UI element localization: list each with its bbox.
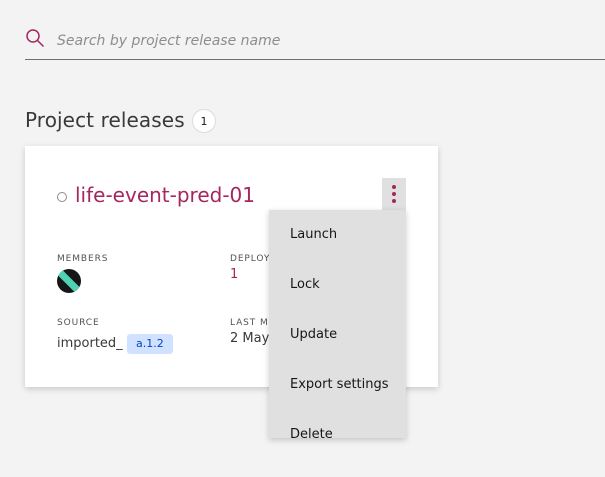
menu-item-delete[interactable]: Delete <box>269 410 406 438</box>
last-modified-label: LAST M <box>230 318 269 328</box>
overflow-dot <box>392 185 396 189</box>
source-value: imported_ <box>57 336 123 351</box>
menu-item-update[interactable]: Update <box>269 310 406 360</box>
menu-item-launch[interactable]: Launch <box>269 210 406 260</box>
overflow-menu: Launch Lock Update Export settings Delet… <box>269 210 406 438</box>
overflow-dot <box>392 199 396 203</box>
members-label: MEMBERS <box>57 254 109 264</box>
menu-item-lock[interactable]: Lock <box>269 260 406 310</box>
search-bar[interactable] <box>25 24 605 60</box>
source-label: SOURCE <box>57 318 100 328</box>
overflow-dot <box>392 192 396 196</box>
menu-item-export-settings[interactable]: Export settings <box>269 360 406 410</box>
search-icon <box>26 29 45 48</box>
search-input[interactable] <box>57 24 577 58</box>
last-modified-value: 2 May <box>230 331 270 346</box>
deployments-label: DEPLOY <box>230 254 271 264</box>
version-tag: a.1.2 <box>127 334 173 354</box>
section-title: Project releases <box>25 108 185 132</box>
release-name-link[interactable]: life-event-pred-01 <box>75 183 255 207</box>
avatar[interactable] <box>57 269 81 293</box>
overflow-menu-button[interactable] <box>382 178 406 210</box>
status-dot <box>57 192 67 202</box>
deployments-count-link[interactable]: 1 <box>230 267 238 282</box>
count-badge: 1 <box>192 109 216 133</box>
